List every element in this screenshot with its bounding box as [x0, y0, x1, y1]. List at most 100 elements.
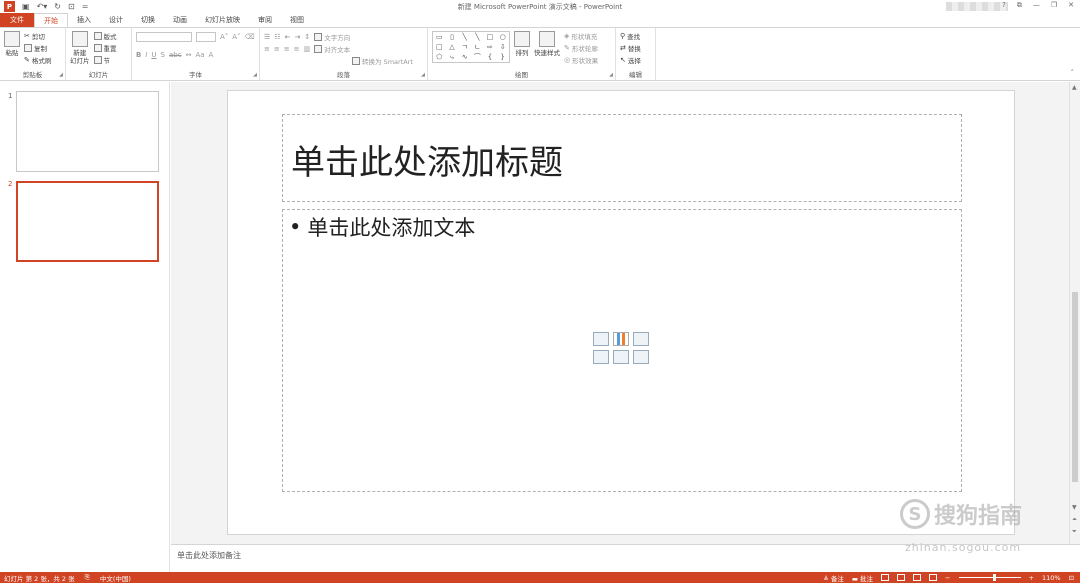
undo-icon[interactable]: ↶▾: [37, 2, 48, 11]
title-placeholder[interactable]: 单击此处添加标题: [282, 114, 962, 202]
tab-view[interactable]: 视图: [281, 13, 313, 27]
shapes-gallery[interactable]: ▭ ▯ ╲ ╲ □ ○ □ △ ㄱㄴ ⇨ ⇩ ⬠ ⤷ ∿ ⌒{}: [432, 31, 510, 63]
new-slide-button[interactable]: 新建 幻灯片: [70, 31, 90, 65]
insert-table-icon[interactable]: [593, 332, 609, 346]
zoom-slider[interactable]: [958, 574, 1021, 581]
zoom-out-icon[interactable]: −: [945, 574, 950, 582]
fit-to-window-icon[interactable]: ⊡: [1069, 574, 1074, 582]
minimize-button[interactable]: —: [1033, 1, 1040, 10]
copy-button[interactable]: 复制: [24, 43, 51, 53]
wave-shape-icon[interactable]: ∿: [458, 52, 471, 62]
shape-outline-button[interactable]: ✎ 形状轮廓: [564, 43, 598, 53]
content-placeholder[interactable]: • 单击此处添加文本: [282, 209, 962, 492]
decrease-indent-icon[interactable]: ⇤: [285, 33, 291, 41]
zoom-slider-knob[interactable]: [992, 574, 996, 581]
select-button[interactable]: ↖ 选择: [620, 55, 641, 65]
vertical-scrollbar[interactable]: ▲ ▼ ⏶ ⏷: [1069, 82, 1080, 544]
bold-icon[interactable]: B: [136, 51, 141, 59]
align-right-icon[interactable]: ≡: [284, 45, 290, 53]
line2-shape-icon[interactable]: ╲: [471, 32, 484, 42]
cut-button[interactable]: ✂ 剪切: [24, 31, 51, 41]
save-icon[interactable]: ▣: [22, 2, 30, 11]
tab-slideshow[interactable]: 幻灯片放映: [196, 13, 249, 27]
align-text-button[interactable]: 对齐文本: [314, 44, 350, 54]
insert-chart-icon[interactable]: [613, 332, 629, 346]
next-slide-icon[interactable]: ⏷: [1072, 528, 1077, 536]
increase-font-icon[interactable]: A˄: [220, 33, 228, 41]
format-painter-button[interactable]: ✎ 格式刷: [24, 55, 51, 65]
clear-format-icon[interactable]: ⌫: [245, 33, 255, 41]
ribbon-display-options-button[interactable]: ⧉: [1017, 1, 1022, 10]
spelling-check-icon[interactable]: ⎘: [85, 573, 90, 582]
brace-left-shape-icon[interactable]: {: [484, 52, 497, 62]
insert-picture-icon[interactable]: [593, 350, 609, 364]
scroll-down-icon[interactable]: ▼: [1072, 504, 1077, 511]
bullets-icon[interactable]: ☰: [264, 33, 270, 41]
tab-file[interactable]: 文件: [0, 13, 34, 27]
slideshow-view-icon[interactable]: [929, 574, 938, 581]
quick-styles-button[interactable]: 快速样式: [534, 31, 560, 57]
zoom-in-icon[interactable]: +: [1029, 574, 1034, 582]
paragraph-launcher-icon[interactable]: ◢: [421, 72, 425, 78]
font-size-dropdown[interactable]: [196, 32, 216, 42]
decrease-font-icon[interactable]: A˅: [232, 33, 240, 41]
arrow-right-shape-icon[interactable]: ⇨: [484, 42, 497, 52]
align-center-icon[interactable]: ≡: [274, 45, 280, 53]
tab-transitions[interactable]: 切换: [132, 13, 164, 27]
line-shape-icon[interactable]: ╲: [458, 32, 471, 42]
notes-toggle-button[interactable]: ≜ 备注: [823, 573, 844, 583]
numbering-icon[interactable]: ☷: [274, 33, 280, 41]
shape-fill-button[interactable]: ◈ 形状填充: [564, 31, 598, 41]
font-color-icon[interactable]: A: [209, 51, 214, 59]
arc-shape-icon[interactable]: ⌒: [471, 52, 484, 62]
user-account-blurred[interactable]: [946, 2, 1008, 11]
insert-smartart-icon[interactable]: [633, 332, 649, 346]
tab-animations[interactable]: 动画: [164, 13, 196, 27]
slide-sorter-view-icon[interactable]: [897, 574, 906, 581]
insert-video-icon[interactable]: [633, 350, 649, 364]
drawing-launcher-icon[interactable]: ◢: [609, 72, 613, 78]
normal-view-icon[interactable]: [881, 574, 890, 581]
underline-icon[interactable]: U: [151, 51, 156, 59]
clipboard-launcher-icon[interactable]: ◢: [59, 72, 63, 78]
previous-slide-icon[interactable]: ⏶: [1072, 516, 1077, 524]
close-button[interactable]: ✕: [1068, 1, 1074, 10]
insert-online-picture-icon[interactable]: [613, 350, 629, 364]
italic-icon[interactable]: I: [145, 51, 147, 59]
strikethrough-icon[interactable]: abc: [169, 51, 182, 59]
reset-button[interactable]: 重置: [93, 43, 117, 53]
increase-indent-icon[interactable]: ⇥: [294, 33, 300, 41]
brace-right-shape-icon[interactable]: }: [496, 52, 509, 62]
vertical-textbox-shape-icon[interactable]: ▯: [446, 32, 459, 42]
text-direction-button[interactable]: 文字方向: [314, 32, 350, 42]
font-family-dropdown[interactable]: [136, 32, 192, 42]
line-spacing-icon[interactable]: ↕: [304, 33, 310, 41]
redo-icon[interactable]: ↻: [54, 2, 61, 11]
customize-qat-icon[interactable]: =: [82, 2, 89, 11]
rectangle-shape-icon[interactable]: □: [484, 32, 497, 42]
change-case-icon[interactable]: Aa: [195, 51, 204, 59]
zoom-level[interactable]: 110%: [1042, 574, 1061, 582]
tab-home[interactable]: 开始: [34, 13, 68, 27]
columns-icon[interactable]: ▥: [304, 45, 311, 53]
char-spacing-icon[interactable]: ↔: [186, 51, 192, 59]
textbox-shape-icon[interactable]: ▭: [433, 32, 446, 42]
justify-icon[interactable]: ≡: [294, 45, 300, 53]
replace-button[interactable]: ⇄ 替换: [620, 43, 641, 53]
triangle-shape-icon[interactable]: △: [446, 42, 459, 52]
find-button[interactable]: ⚲ 查找: [620, 31, 641, 41]
language-indicator[interactable]: 中文(中国): [100, 573, 131, 583]
convert-smartart-button[interactable]: 转换为 SmartArt: [352, 56, 413, 66]
font-launcher-icon[interactable]: ◢: [253, 72, 257, 78]
scroll-up-icon[interactable]: ▲: [1072, 84, 1077, 91]
arrow-down-shape-icon[interactable]: ⇩: [496, 42, 509, 52]
reading-view-icon[interactable]: [913, 574, 922, 581]
scrollbar-thumb[interactable]: [1072, 292, 1078, 482]
layout-button[interactable]: 版式: [93, 31, 117, 41]
paste-button[interactable]: 粘贴: [4, 31, 20, 57]
connector2-shape-icon[interactable]: ㄴ: [471, 42, 484, 52]
shadow-icon[interactable]: S: [161, 51, 165, 59]
section-button[interactable]: 节: [93, 55, 117, 65]
collapse-ribbon-icon[interactable]: ˄: [1071, 69, 1075, 77]
oval-shape-icon[interactable]: ○: [496, 32, 509, 42]
